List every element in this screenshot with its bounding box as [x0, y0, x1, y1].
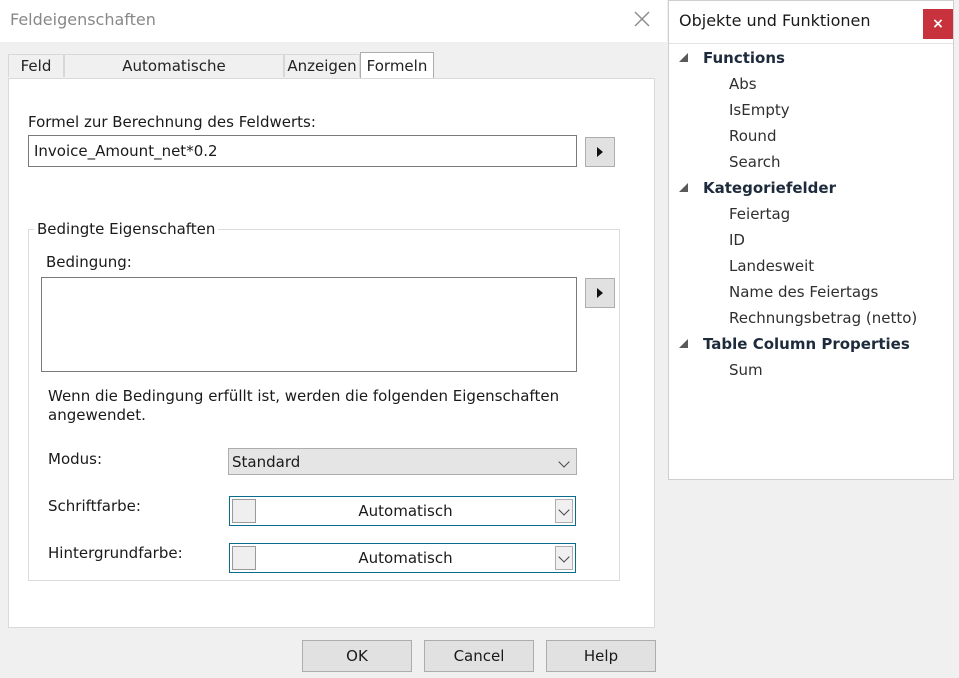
objects-panel-divider [669, 43, 953, 44]
condition-label: Bedingung: [46, 253, 132, 271]
tree-item-id[interactable]: ID [729, 231, 745, 249]
condition-textarea[interactable] [41, 277, 577, 372]
dialog-title: Feldeigenschaften [10, 10, 156, 29]
bg-color-swatch [232, 546, 256, 570]
tab-anzeigen[interactable]: Anzeigen [284, 54, 360, 77]
mode-select[interactable]: Standard [228, 448, 577, 475]
font-color-picker[interactable]: Automatisch [229, 496, 576, 526]
bg-color-label: Hintergrundfarbe: [48, 544, 183, 562]
mode-select-value: Standard [232, 453, 301, 471]
tree-group-kategoriefelder[interactable]: Kategoriefelder [703, 179, 836, 197]
tree-item-round[interactable]: Round [729, 127, 776, 145]
font-color-dropdown-button[interactable] [555, 499, 573, 523]
chevron-down-icon [558, 456, 570, 468]
ok-button[interactable]: OK [302, 640, 412, 672]
font-color-value: Automatisch [358, 502, 453, 520]
dialog-close-icon[interactable] [630, 6, 654, 32]
tree-item-abs[interactable]: Abs [729, 75, 757, 93]
condition-info-line1: Wenn die Bedingung erfüllt ist, werden d… [48, 387, 560, 405]
tree-item-search[interactable]: Search [729, 153, 781, 171]
objects-panel-title: Objekte und Funktionen [679, 11, 871, 30]
tree-item-landesweit[interactable]: Landesweit [729, 257, 814, 275]
dialog-titlebar: Feldeigenschaften [0, 0, 667, 42]
cancel-button[interactable]: Cancel [424, 640, 534, 672]
bg-color-value: Automatisch [358, 549, 453, 567]
tree-group-functions[interactable]: Functions [703, 49, 785, 67]
collapse-triangle-icon[interactable] [679, 53, 688, 62]
font-color-label: Schriftfarbe: [48, 497, 141, 515]
formula-input[interactable]: Invoice_Amount_net*0.2 [28, 135, 577, 167]
chevron-down-icon [558, 551, 570, 563]
tree-item-feiertag[interactable]: Feiertag [729, 205, 790, 223]
tab-automatische-verknuepfungen[interactable]: Automatische Verknüpfungen [64, 54, 284, 98]
condition-insert-button[interactable] [585, 278, 615, 308]
objects-functions-panel: Objekte und Funktionen × Functions Abs I… [668, 0, 954, 480]
formula-insert-button[interactable] [585, 137, 615, 167]
tree-item-isempty[interactable]: IsEmpty [729, 101, 790, 119]
condition-info-line2: angewendet. [48, 406, 146, 424]
tree-item-sum[interactable]: Sum [729, 361, 763, 379]
bg-color-picker[interactable]: Automatisch [229, 543, 576, 573]
play-arrow-icon [597, 147, 603, 157]
tree-item-name-des-feiertags[interactable]: Name des Feiertags [729, 283, 878, 301]
play-arrow-icon [597, 288, 603, 298]
mode-label: Modus: [48, 450, 103, 468]
tab-formeln[interactable]: Formeln [360, 52, 434, 78]
font-color-swatch [232, 499, 256, 523]
chevron-down-icon [558, 504, 570, 516]
objects-panel-close-button[interactable]: × [923, 9, 953, 39]
help-button[interactable]: Help [546, 640, 656, 672]
bg-color-dropdown-button[interactable] [555, 546, 573, 570]
tab-feld[interactable]: Feld [8, 54, 64, 77]
collapse-triangle-icon[interactable] [679, 183, 688, 192]
tree-item-rechnungsbetrag-netto[interactable]: Rechnungsbetrag (netto) [729, 309, 917, 327]
tree-group-table-column-properties[interactable]: Table Column Properties [703, 335, 910, 353]
field-properties-dialog: Feldeigenschaften Feld Automatische Verk… [0, 0, 667, 678]
formula-label: Formel zur Berechnung des Feldwerts: [28, 113, 316, 131]
collapse-triangle-icon[interactable] [679, 339, 688, 348]
conditional-properties-legend: Bedingte Eigenschaften [34, 220, 219, 238]
